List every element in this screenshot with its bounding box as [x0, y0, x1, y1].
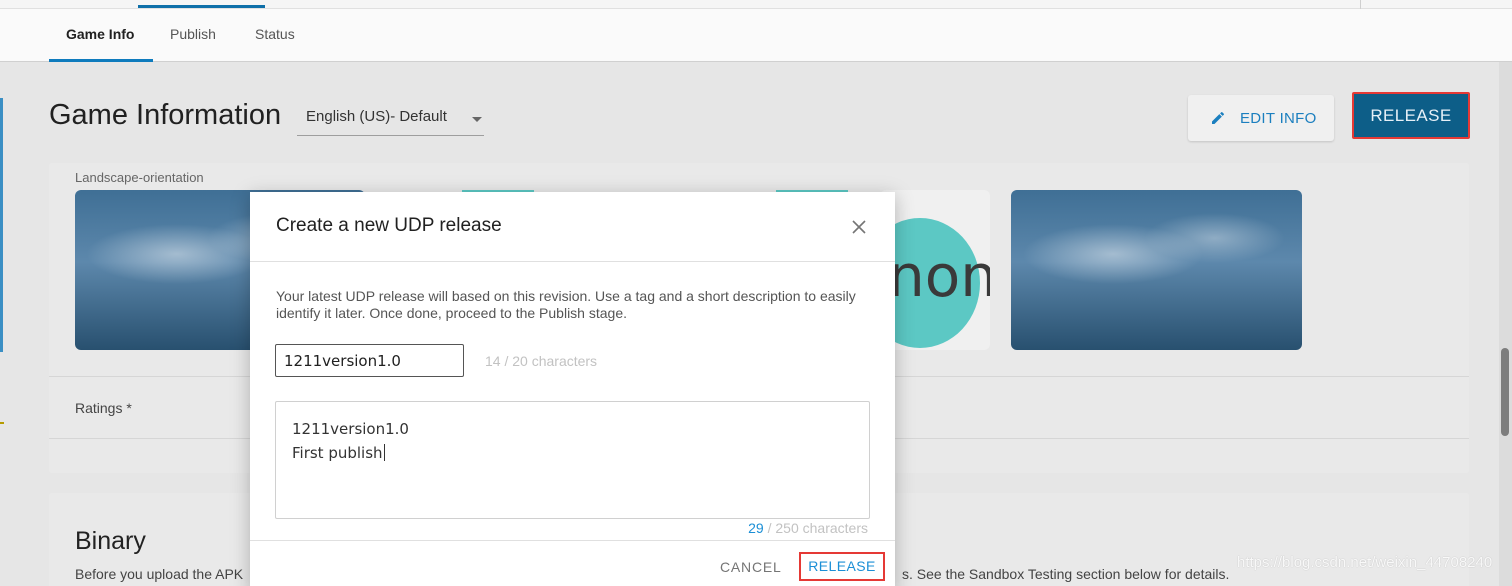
- tab-publish[interactable]: Publish: [170, 26, 216, 42]
- top-nav: Game Info Publish Status: [0, 0, 1512, 62]
- top-strip: [0, 0, 1512, 9]
- release-tag-input[interactable]: [275, 344, 464, 377]
- watermark: https://blog.csdn.net/weixin_44708240: [1237, 554, 1493, 571]
- tab-game-info[interactable]: Game Info: [66, 26, 134, 42]
- scrollbar-track[interactable]: [1499, 62, 1512, 586]
- language-select[interactable]: English (US)- Default: [297, 103, 484, 136]
- binary-title: Binary: [75, 527, 146, 555]
- caret-down-icon: [472, 117, 482, 122]
- description-line-2: First publish: [292, 444, 383, 462]
- text-cursor: [383, 444, 385, 461]
- description-count-suffix: / 250 characters: [763, 520, 868, 536]
- cancel-button[interactable]: CANCEL: [720, 559, 782, 575]
- binary-description-continued: s. See the Sandbox Testing section below…: [902, 566, 1230, 582]
- tag-character-count: 14 / 20 characters: [485, 353, 598, 369]
- scrollbar-thumb[interactable]: [1501, 348, 1509, 436]
- create-release-dialog: Create a new UDP release Your latest UDP…: [250, 192, 895, 586]
- page-title: Game Information: [49, 99, 282, 131]
- description-line-1: 1211version1.0: [292, 420, 409, 438]
- tab-status[interactable]: Status: [255, 26, 295, 42]
- release-description-textarea[interactable]: 1211version1.0 First publish: [275, 401, 870, 519]
- top-strip-active-indicator: [138, 5, 265, 8]
- release-button[interactable]: RELEASE: [799, 552, 885, 581]
- left-panel-edge: [0, 98, 3, 352]
- edit-info-label: EDIT INFO: [1240, 110, 1317, 127]
- dialog-footer-divider: [250, 540, 895, 541]
- ratings-label: Ratings *: [75, 400, 132, 416]
- language-select-value: English (US)- Default: [306, 108, 447, 125]
- dialog-header: Create a new UDP release: [250, 192, 895, 262]
- description-count-value: 29: [748, 520, 764, 536]
- close-icon[interactable]: [850, 218, 868, 236]
- active-tab-underline: [49, 59, 153, 62]
- dialog-title: Create a new UDP release: [276, 215, 502, 236]
- top-strip-divider: [1360, 0, 1361, 9]
- description-character-count: 29 / 250 characters: [748, 520, 868, 536]
- logo-text: non: [888, 242, 990, 310]
- logo-thumbnail[interactable]: non: [880, 190, 990, 350]
- screenshot-thumbnail[interactable]: [1011, 190, 1302, 350]
- left-marker: [0, 422, 4, 424]
- dialog-description: Your latest UDP release will based on th…: [276, 288, 856, 321]
- edit-info-button[interactable]: EDIT INFO: [1188, 95, 1334, 141]
- landscape-orientation-label: Landscape-orientation: [75, 170, 204, 185]
- pencil-icon: [1212, 111, 1225, 124]
- binary-description: Before you upload the APK: [75, 566, 244, 582]
- release-button-header[interactable]: RELEASE: [1352, 92, 1470, 139]
